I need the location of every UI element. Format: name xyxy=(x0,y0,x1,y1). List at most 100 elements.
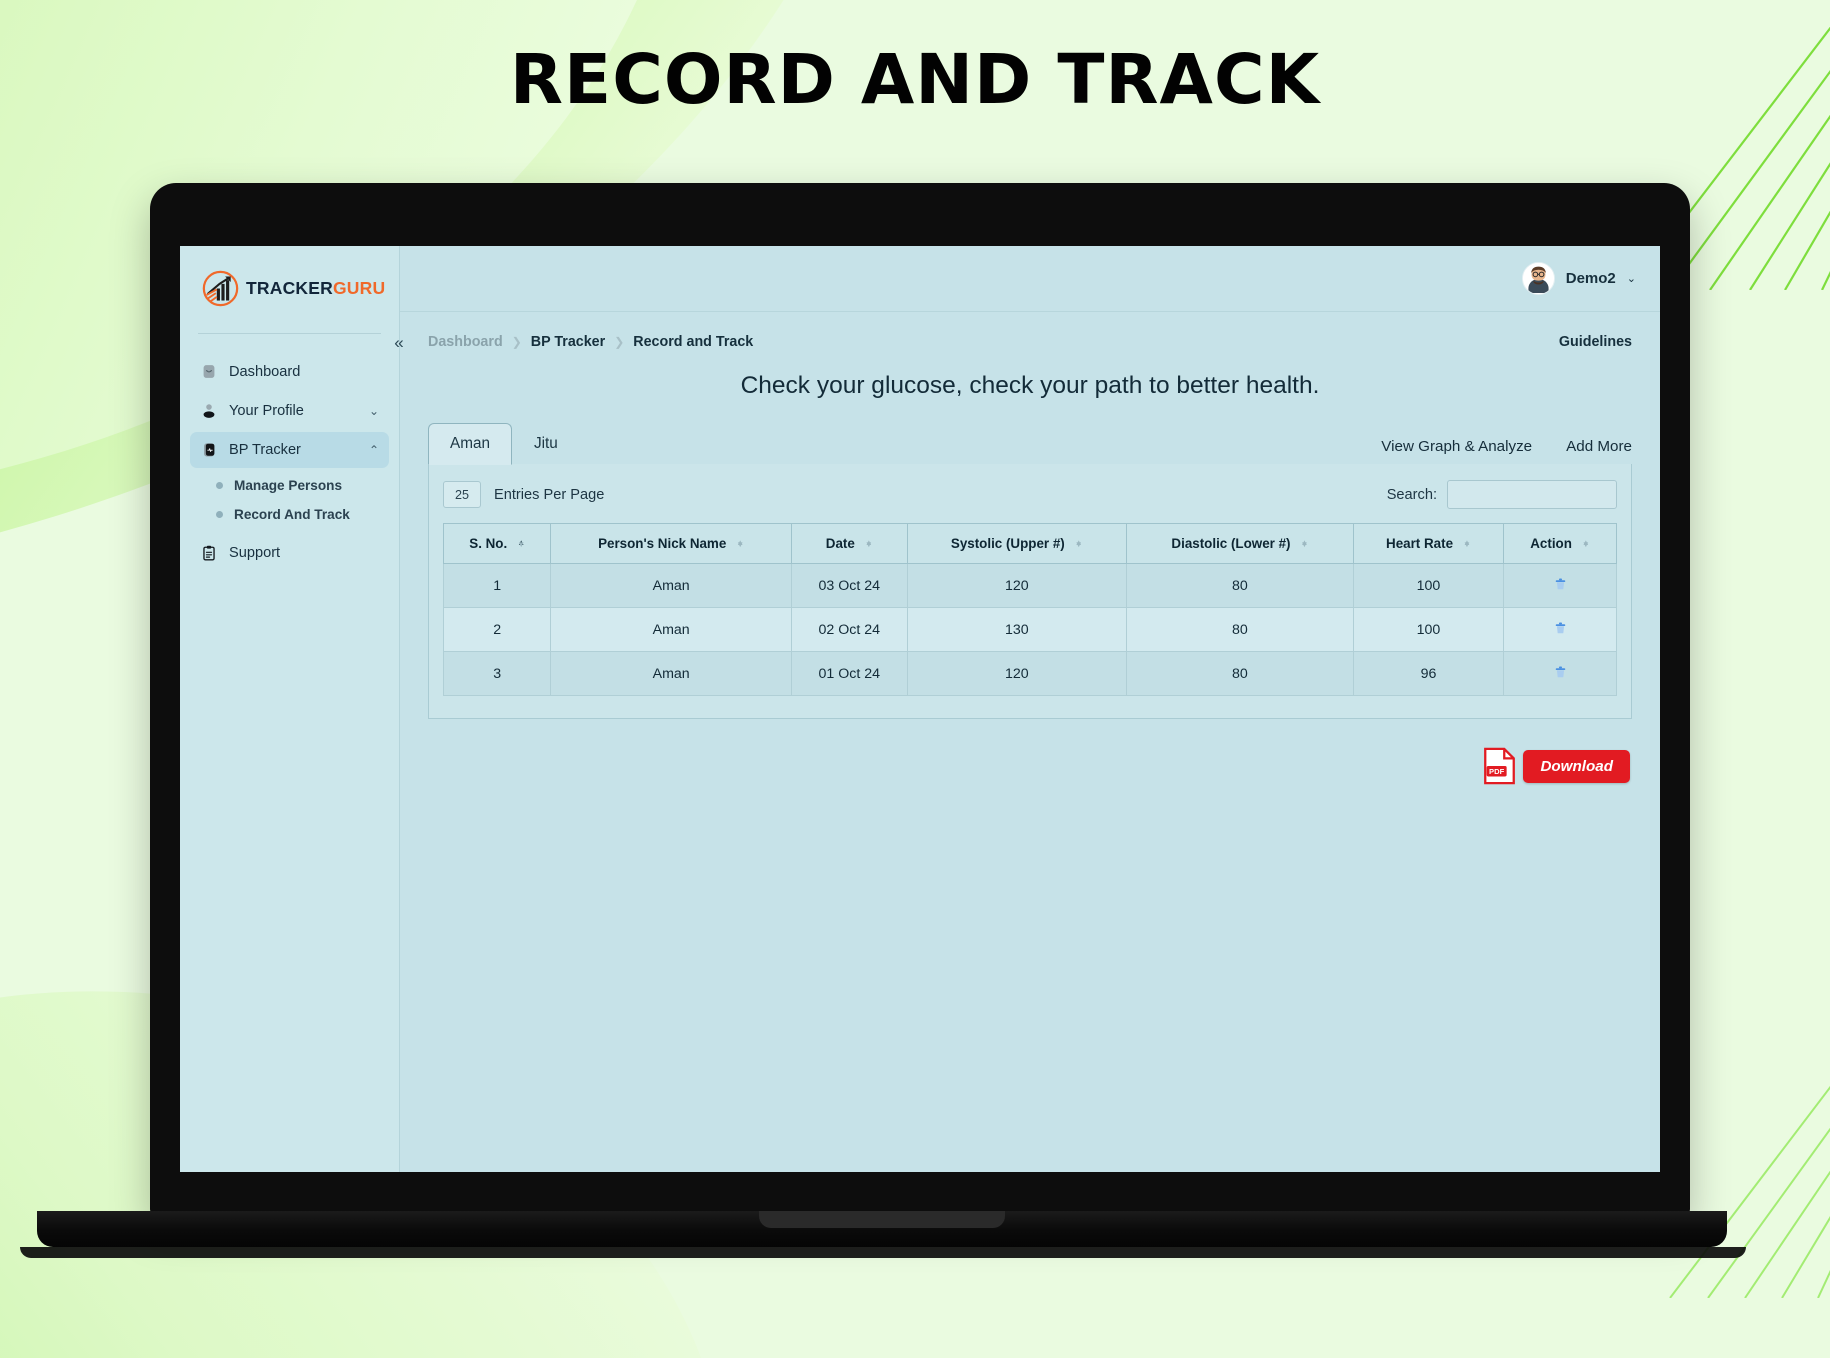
cell-heart-rate: 100 xyxy=(1352,563,1505,608)
column-label: Date xyxy=(825,536,855,551)
sidebar-item-your-profile[interactable]: Your Profile ⌄ xyxy=(190,393,389,429)
sidebar-subitem-record-and-track[interactable]: Record And Track xyxy=(190,500,389,529)
cell-s-no: 1 xyxy=(442,563,552,608)
avatar xyxy=(1521,262,1555,295)
chevron-down-icon[interactable]: ⌄ xyxy=(1627,272,1636,285)
bullet-icon xyxy=(216,482,223,489)
clipboard-icon xyxy=(200,544,218,562)
column-header-heart-rate[interactable]: Heart Rate ▲ ▼ xyxy=(1352,523,1505,564)
sort-icon[interactable]: ▲ ▼ xyxy=(865,538,873,548)
sort-icon[interactable]: ▲ ▼ xyxy=(1582,538,1590,548)
search-area: Search: xyxy=(1387,480,1617,509)
chevron-down-icon[interactable]: ⌄ xyxy=(369,404,379,418)
cell-s-no: 3 xyxy=(442,651,552,696)
user-name: Demo2 xyxy=(1565,270,1616,287)
cell-diastolic: 80 xyxy=(1125,563,1354,608)
delete-icon[interactable] xyxy=(1552,575,1569,596)
sidebar-item-support[interactable]: Support xyxy=(190,535,389,571)
column-label: S. No. xyxy=(469,536,508,551)
column-header-s-no[interactable]: S. No. ▲ ▼ xyxy=(442,523,552,564)
cell-s-no: 2 xyxy=(442,607,552,652)
table-controls: 25 Entries Per Page Search: xyxy=(443,480,1617,509)
sidebar-subitem-label: Record And Track xyxy=(234,507,350,522)
column-label: Diastolic (Lower #) xyxy=(1171,536,1291,551)
person-tabs: Aman Jitu xyxy=(428,422,580,465)
cell-action xyxy=(1503,563,1617,608)
laptop-trackpad-notch xyxy=(759,1211,1005,1228)
column-header-nick-name[interactable]: Person's Nick Name ▲ ▼ xyxy=(550,523,792,564)
cell-systolic: 120 xyxy=(906,651,1127,696)
heart-monitor-icon xyxy=(200,441,218,459)
breadcrumb-separator-icon: ❯ xyxy=(511,335,522,349)
column-header-action[interactable]: Action ▲ ▼ xyxy=(1503,523,1617,564)
tab-actions: View Graph & Analyze Add More xyxy=(1381,438,1632,464)
sidebar-item-label: Support xyxy=(229,545,281,561)
delete-icon[interactable] xyxy=(1552,619,1569,640)
cell-nick-name: Aman xyxy=(550,607,792,652)
laptop-lid: TRACKERGURU Dashboard Your Profile ⌄ BP … xyxy=(150,183,1690,1215)
chevron-up-icon[interactable]: ⌃ xyxy=(369,443,379,457)
brand-name-primary: TRACKER xyxy=(246,278,333,298)
sort-icon[interactable]: ▲ ▼ xyxy=(736,538,744,548)
sort-icon[interactable]: ▲ ▼ xyxy=(517,538,525,548)
bullet-icon xyxy=(216,511,223,518)
sort-icon[interactable]: ▲ ▼ xyxy=(1075,538,1083,548)
cell-heart-rate: 100 xyxy=(1352,607,1505,652)
sidebar-item-label: Dashboard xyxy=(229,364,301,380)
breadcrumb-separator-icon: ❯ xyxy=(614,335,625,349)
sidebar-subitem-label: Manage Persons xyxy=(234,478,343,493)
column-label: Action xyxy=(1530,536,1572,551)
search-input[interactable] xyxy=(1447,480,1617,509)
sidebar-item-dashboard[interactable]: Dashboard xyxy=(190,354,389,390)
tab-jitu[interactable]: Jitu xyxy=(512,423,580,465)
brand-name-accent: GURU xyxy=(332,278,386,298)
column-label: Person's Nick Name xyxy=(598,536,727,551)
breadcrumb-item-current: Record and Track xyxy=(633,334,754,350)
pdf-file-icon: PDF xyxy=(1484,747,1516,785)
sort-icon[interactable]: ▲ ▼ xyxy=(1463,538,1471,548)
delete-icon[interactable] xyxy=(1552,663,1569,684)
view-graph-analyze-link[interactable]: View Graph & Analyze xyxy=(1381,438,1532,455)
main-area: Demo2 ⌄ Dashboard ❯ BP Tracker ❯ Record … xyxy=(400,246,1660,1172)
sidebar: TRACKERGURU Dashboard Your Profile ⌄ BP … xyxy=(180,246,404,1172)
app-window: TRACKERGURU Dashboard Your Profile ⌄ BP … xyxy=(180,246,1660,1172)
column-label: Heart Rate xyxy=(1386,536,1454,551)
cell-heart-rate: 96 xyxy=(1352,651,1505,696)
sidebar-subitem-manage-persons[interactable]: Manage Persons xyxy=(190,471,389,500)
download-button[interactable]: Download xyxy=(1523,749,1630,783)
sidebar-item-bp-tracker[interactable]: BP Tracker ⌃ xyxy=(190,432,389,468)
content-area: Dashboard ❯ BP Tracker ❯ Record and Trac… xyxy=(400,312,1660,1172)
records-table: S. No. ▲ ▼ Person's Nick Name ▲ ▼ Date ▲… xyxy=(442,523,1617,696)
add-more-link[interactable]: Add More xyxy=(1566,438,1632,455)
cell-diastolic: 80 xyxy=(1125,607,1354,652)
cell-action xyxy=(1503,607,1617,652)
user-menu[interactable]: Demo2 ⌄ xyxy=(1521,262,1636,295)
brand-name: TRACKERGURU xyxy=(246,278,385,299)
brand-logo[interactable]: TRACKERGURU xyxy=(180,246,399,327)
laptop-screen: TRACKERGURU Dashboard Your Profile ⌄ BP … xyxy=(180,246,1660,1172)
table-row: 2 Aman 02 Oct 24 130 80 100 xyxy=(442,607,1617,652)
sort-icon[interactable]: ▲ ▼ xyxy=(1300,538,1308,548)
breadcrumb-item-dashboard[interactable]: Dashboard xyxy=(428,334,503,350)
entries-per-page-label: Entries Per Page xyxy=(494,486,605,503)
entries-per-page: 25 Entries Per Page xyxy=(443,481,604,508)
column-header-date[interactable]: Date ▲ ▼ xyxy=(790,523,908,564)
sidebar-nav: Dashboard Your Profile ⌄ BP Tracker ⌃ Ma… xyxy=(180,334,399,571)
cell-systolic: 120 xyxy=(906,563,1127,608)
top-bar: Demo2 ⌄ xyxy=(400,246,1660,312)
table-header-row: S. No. ▲ ▼ Person's Nick Name ▲ ▼ Date ▲… xyxy=(442,523,1617,564)
cell-systolic: 130 xyxy=(906,607,1127,652)
laptop-foot xyxy=(20,1247,1746,1258)
guidelines-link[interactable]: Guidelines xyxy=(1559,334,1632,350)
table-body: 1 Aman 03 Oct 24 120 80 100 2 Aman 02 Oc… xyxy=(442,563,1617,696)
sidebar-collapse-button[interactable]: « xyxy=(388,332,410,354)
records-panel: 25 Entries Per Page Search: S. No. ▲ ▼ P… xyxy=(428,464,1632,719)
tab-aman[interactable]: Aman xyxy=(428,423,512,465)
home-icon xyxy=(200,363,218,381)
sidebar-item-label: BP Tracker xyxy=(229,442,301,458)
entries-per-page-select[interactable]: 25 xyxy=(443,481,481,508)
column-header-diastolic[interactable]: Diastolic (Lower #) ▲ ▼ xyxy=(1125,523,1354,564)
cell-nick-name: Aman xyxy=(550,651,792,696)
breadcrumb-item-bp-tracker[interactable]: BP Tracker xyxy=(531,334,605,350)
column-header-systolic[interactable]: Systolic (Upper #) ▲ ▼ xyxy=(906,523,1127,564)
